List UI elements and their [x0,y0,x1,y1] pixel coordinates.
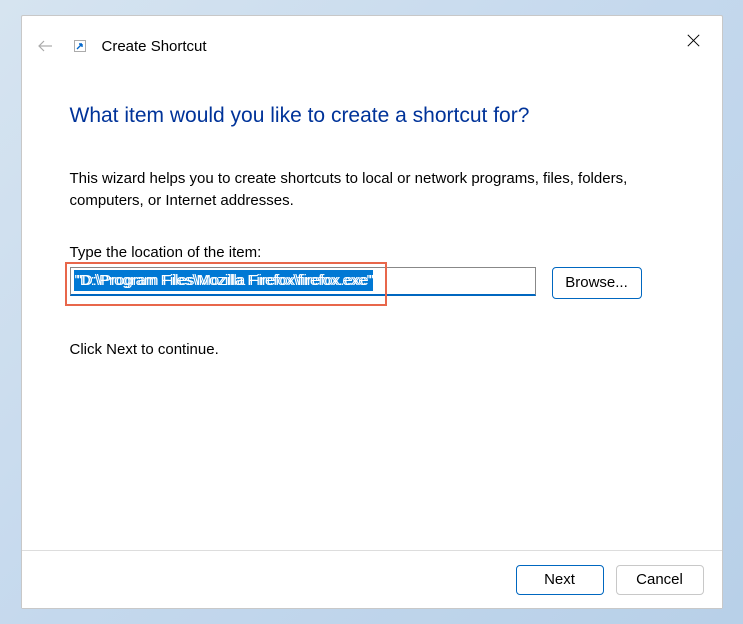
next-button[interactable]: Next [516,565,604,595]
location-label: Type the location of the item: [70,244,674,261]
continue-instruction: Click Next to continue. [70,341,674,358]
page-heading: What item would you like to create a sho… [70,104,674,128]
window-title: Create Shortcut [102,38,207,55]
create-shortcut-wizard: Create Shortcut What item would you like… [21,15,723,609]
shortcut-icon [72,38,88,54]
location-row: "D:\Program Files\Mozilla Firefox\firefo… [70,267,674,299]
location-input[interactable] [70,267,536,296]
close-button[interactable] [680,26,708,54]
back-button [34,35,56,57]
wizard-footer: Next Cancel [22,550,722,608]
wizard-header: Create Shortcut [22,16,722,62]
browse-button[interactable]: Browse... [552,267,642,299]
back-arrow-icon [36,37,54,55]
wizard-content: What item would you like to create a sho… [22,62,722,550]
description-text: This wizard helps you to create shortcut… [70,168,674,212]
cancel-button[interactable]: Cancel [616,565,704,595]
close-icon [687,34,700,47]
location-input-wrap: "D:\Program Files\Mozilla Firefox\firefo… [70,267,536,296]
